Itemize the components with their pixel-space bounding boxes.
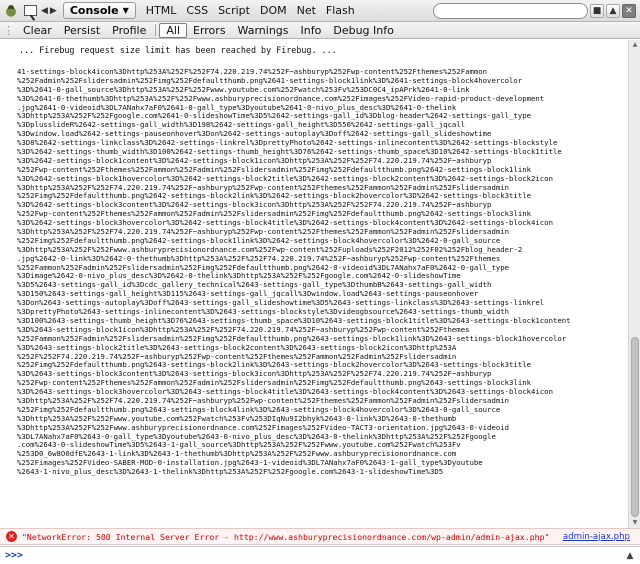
toolbar-grip-icon: ⋮ bbox=[3, 23, 14, 37]
panel-select-console[interactable]: Console ▼ bbox=[62, 2, 136, 19]
close-icon[interactable]: ✕ bbox=[622, 3, 636, 18]
clear-button[interactable]: Clear bbox=[17, 23, 58, 38]
log-scrollbar[interactable]: ▲ ▼ bbox=[628, 40, 640, 528]
persist-button[interactable]: Persist bbox=[58, 23, 106, 38]
toolbar-right-group: ■ ▲ ✕ bbox=[433, 2, 636, 19]
inspect-icon[interactable] bbox=[24, 5, 37, 16]
error-message: "NetworkError: 500 Internal Server Error… bbox=[22, 531, 550, 542]
filter-errors-button[interactable]: Errors bbox=[187, 23, 232, 38]
chevron-right-icon[interactable]: ▶ bbox=[50, 6, 57, 16]
tab-html[interactable]: HTML bbox=[146, 2, 177, 19]
profile-button[interactable]: Profile bbox=[106, 23, 152, 38]
search-input[interactable] bbox=[440, 5, 570, 16]
filter-info-button[interactable]: Info bbox=[295, 23, 328, 38]
tab-script[interactable]: Script bbox=[218, 2, 250, 19]
toolbar-divider bbox=[155, 24, 157, 36]
firebug-main-toolbar: ◀ ▶ Console ▼ HTML CSS Script DOM Net Fl… bbox=[0, 0, 640, 22]
tab-css[interactable]: CSS bbox=[186, 2, 208, 19]
log-line: %2643-1-nivo_plus_desc%3D%2643-1-thelink… bbox=[17, 467, 444, 477]
scroll-thumb[interactable] bbox=[631, 337, 639, 517]
expand-command-editor-icon[interactable]: ▲ bbox=[624, 550, 636, 562]
chevron-left-icon[interactable]: ◀ bbox=[41, 6, 48, 16]
command-line: >>> ▲ bbox=[0, 546, 640, 564]
filter-warnings-button[interactable]: Warnings bbox=[232, 23, 295, 38]
request-size-limit-message: ... Firebug request size limit has been … bbox=[19, 45, 337, 55]
filter-all-button[interactable]: All bbox=[159, 22, 187, 38]
error-source-link[interactable]: admin-ajax.php bbox=[563, 532, 630, 542]
search-box[interactable] bbox=[433, 2, 588, 19]
minimize-icon[interactable]: ■ bbox=[590, 3, 604, 18]
filter-debug-info-button[interactable]: Debug Info bbox=[327, 23, 400, 38]
scroll-down-icon[interactable]: ▼ bbox=[629, 518, 640, 528]
chevron-down-icon: ▼ bbox=[122, 6, 129, 15]
tab-flash[interactable]: Flash bbox=[326, 2, 355, 19]
post-data-block: 41-settings-block4icon%3Dhttp%253A%252F%… bbox=[17, 67, 628, 477]
firebug-icon[interactable] bbox=[4, 3, 18, 18]
console-toolbar: ⋮ Clear Persist Profile All Errors Warni… bbox=[0, 22, 640, 39]
command-input[interactable] bbox=[27, 550, 624, 561]
console-log-output: ... Firebug request size limit has been … bbox=[0, 40, 628, 528]
command-prompt: >>> bbox=[5, 550, 24, 561]
scroll-up-icon[interactable]: ▲ bbox=[629, 40, 640, 50]
detach-icon[interactable]: ▲ bbox=[606, 3, 620, 18]
tab-net[interactable]: Net bbox=[297, 2, 316, 19]
panel-select-label: Console bbox=[69, 4, 119, 17]
error-icon: ✕ bbox=[6, 531, 17, 542]
network-error-entry[interactable]: ✕ "NetworkError: 500 Internal Server Err… bbox=[0, 528, 640, 545]
tab-dom[interactable]: DOM bbox=[260, 2, 287, 19]
